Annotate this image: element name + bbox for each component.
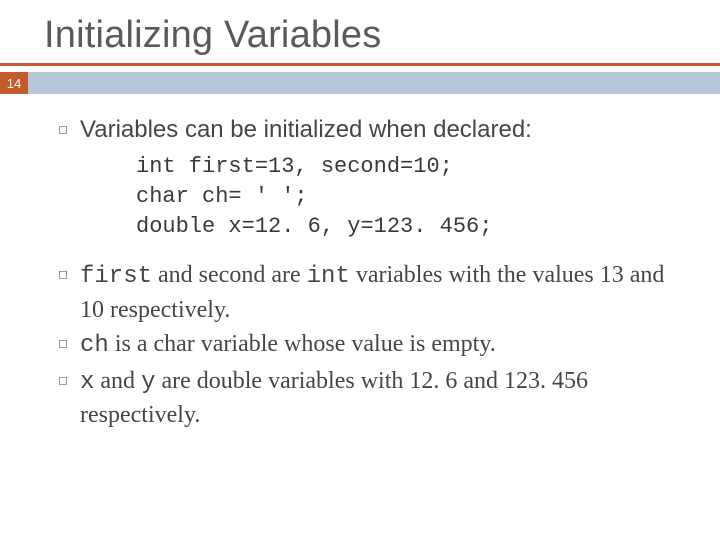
code-line-3: double x=12. 6, y=123. 456; bbox=[136, 214, 492, 239]
list-item: ◻ first and second are int variables wit… bbox=[58, 259, 680, 326]
content-area: ◻ Variables can be initialized when decl… bbox=[0, 94, 720, 431]
intro-bullet: ◻ Variables can be initialized when decl… bbox=[58, 114, 680, 146]
bullet-marker-icon: ◻ bbox=[58, 114, 80, 136]
code-span: y bbox=[141, 369, 155, 396]
page-number-badge: 14 bbox=[0, 72, 28, 94]
bullet-marker-icon: ◻ bbox=[58, 259, 80, 281]
code-span: ch bbox=[80, 332, 109, 359]
header-band-fill bbox=[28, 72, 720, 94]
bullet-marker-icon: ◻ bbox=[58, 365, 80, 387]
list-item: ◻ x and y are double variables with 12. … bbox=[58, 365, 680, 432]
text-span: are double variables with 12. 6 and 123.… bbox=[80, 368, 588, 428]
code-span: x bbox=[80, 369, 94, 396]
code-span: first bbox=[80, 263, 152, 290]
text-span: is a char variable whose value is empty. bbox=[109, 331, 496, 357]
accent-line bbox=[0, 63, 720, 66]
item-3-text: x and y are double variables with 12. 6 … bbox=[80, 365, 680, 432]
explanation-list: ◻ first and second are int variables wit… bbox=[58, 259, 680, 431]
header-band: 14 bbox=[0, 72, 720, 94]
bullet-marker-icon: ◻ bbox=[58, 328, 80, 350]
text-span: and bbox=[94, 368, 141, 394]
intro-text: Variables can be initialized when declar… bbox=[80, 114, 680, 146]
list-item: ◻ ch is a char variable whose value is e… bbox=[58, 328, 680, 362]
code-line-2: char ch= ' '; bbox=[136, 184, 308, 209]
slide-title: Initializing Variables bbox=[0, 0, 720, 63]
item-2-text: ch is a char variable whose value is emp… bbox=[80, 328, 680, 362]
slide: Initializing Variables 14 ◻ Variables ca… bbox=[0, 0, 720, 540]
code-line-1: int first=13, second=10; bbox=[136, 154, 453, 179]
code-span: int bbox=[307, 263, 350, 290]
item-1-text: first and second are int variables with … bbox=[80, 259, 680, 326]
text-span: and second are bbox=[152, 262, 307, 288]
code-block: int first=13, second=10; char ch= ' '; d… bbox=[136, 152, 680, 241]
